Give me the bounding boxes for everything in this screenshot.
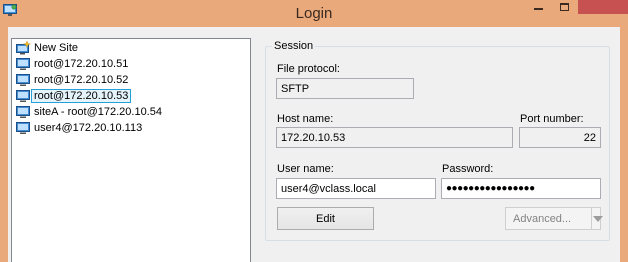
site-item-label: New Site: [34, 41, 79, 54]
chevron-down-icon[interactable]: [593, 216, 603, 222]
site-item-label: root@172.20.10.51: [34, 57, 129, 70]
session-group-title: Session: [272, 40, 316, 52]
close-button[interactable]: [578, 0, 628, 14]
advanced-button[interactable]: Advanced...: [505, 207, 601, 230]
monitor-icon: [16, 121, 30, 134]
maximize-button[interactable]: [552, 0, 578, 14]
site-item-label: root@172.20.10.53: [30, 88, 132, 103]
site-item-root-53[interactable]: root@172.20.10.53: [15, 88, 132, 103]
host-name-label: Host name:: [277, 113, 334, 125]
password-label: Password:: [442, 163, 494, 175]
site-item-new-site[interactable]: New Site: [15, 40, 78, 55]
site-item-user4[interactable]: user4@172.20.10.113: [15, 120, 142, 135]
site-item-label: root@172.20.10.52: [34, 73, 129, 86]
window-frame-right: [620, 27, 628, 262]
maximize-icon: [560, 3, 569, 11]
window-frame-left: [0, 27, 8, 262]
title-bar[interactable]: Login: [0, 0, 628, 27]
edit-button[interactable]: Edit: [277, 207, 374, 230]
password-field[interactable]: ●●●●●●●●●●●●●●●●: [441, 178, 601, 199]
port-number-field[interactable]: 22: [519, 127, 601, 148]
site-item-label: siteA - root@172.20.10.54: [34, 105, 162, 118]
port-number-label: Port number:: [520, 113, 584, 125]
site-item-label: user4@172.20.10.113: [34, 121, 143, 134]
file-protocol-select[interactable]: SFTP: [276, 78, 414, 99]
minimize-button[interactable]: [525, 0, 552, 14]
minimize-icon: [534, 8, 543, 10]
file-protocol-label: File protocol:: [277, 63, 340, 75]
advanced-split-divider: [591, 208, 592, 229]
user-name-field[interactable]: user4@vclass.local: [276, 178, 436, 199]
site-tree[interactable]: New Site root@172.20.10.51 root@172.20.1…: [11, 38, 251, 262]
monitor-icon: [16, 89, 30, 102]
site-item-root-52[interactable]: root@172.20.10.52: [15, 72, 128, 87]
monitor-icon: [16, 105, 30, 118]
site-item-root-51[interactable]: root@172.20.10.51: [15, 56, 128, 71]
monitor-icon: [16, 73, 30, 86]
login-dialog-body: New Site root@172.20.10.51 root@172.20.1…: [8, 27, 620, 262]
new-site-icon: [16, 40, 31, 54]
host-name-field[interactable]: 172.20.10.53: [276, 127, 513, 148]
monitor-icon: [16, 57, 30, 70]
user-name-label: User name:: [277, 163, 334, 175]
site-item-sitea[interactable]: siteA - root@172.20.10.54: [15, 104, 162, 119]
